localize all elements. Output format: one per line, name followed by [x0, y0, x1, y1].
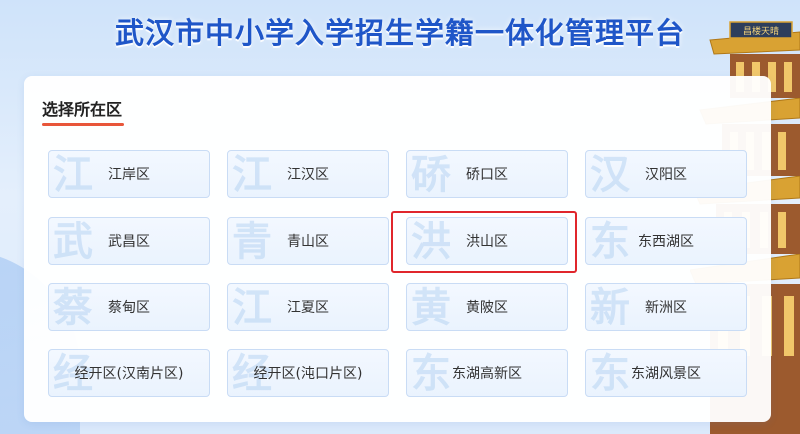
- district-label: 江夏区: [287, 300, 329, 316]
- district-label: 江岸区: [108, 167, 150, 183]
- district-label: 洪山区: [466, 234, 508, 250]
- district-button-donghu-scenic[interactable]: 东 东湖风景区: [585, 349, 747, 397]
- district-label: 经开区(沌口片区): [253, 366, 363, 382]
- district-label: 汉阳区: [645, 167, 687, 183]
- district-label: 东西湖区: [638, 234, 694, 250]
- district-button-jingkai-zhuankou[interactable]: 经 经开区(沌口片区): [227, 349, 389, 397]
- district-button-jingkai-hannan[interactable]: 经 经开区(汉南片区): [48, 349, 210, 397]
- section-title-underline: [42, 123, 124, 126]
- district-button-jiangxia[interactable]: 江 江夏区: [227, 283, 389, 331]
- district-label: 东湖风景区: [631, 366, 701, 382]
- district-button-qingshan[interactable]: 青 青山区: [227, 217, 389, 265]
- district-label: 青山区: [287, 234, 329, 250]
- district-button-wuchang[interactable]: 武 武昌区: [48, 217, 210, 265]
- district-label: 新洲区: [645, 300, 687, 316]
- district-button-caidian[interactable]: 蔡 蔡甸区: [48, 283, 210, 331]
- district-label: 经开区(汉南片区): [74, 366, 184, 382]
- district-button-jianghan[interactable]: 江 江汉区: [227, 150, 389, 198]
- district-button-huangpi[interactable]: 黄 黄陂区: [406, 283, 568, 331]
- district-label: 江汉区: [287, 167, 329, 183]
- district-button-xinzhou[interactable]: 新 新洲区: [585, 283, 747, 331]
- district-label: 黄陂区: [466, 300, 508, 316]
- district-label: 东湖高新区: [452, 366, 522, 382]
- district-selection-card: 选择所在区 江 江岸区 江 江汉区 硚 硚口区 汉 汉阳区 武 武昌区 青 青山…: [24, 76, 771, 422]
- district-button-qiaokou[interactable]: 硚 硚口区: [406, 150, 568, 198]
- district-button-hanyang[interactable]: 汉 汉阳区: [585, 150, 747, 198]
- district-button-donghu-hightech[interactable]: 东 东湖高新区: [406, 349, 568, 397]
- district-button-dongxihu[interactable]: 东 东西湖区: [585, 217, 747, 265]
- district-button-jiangan[interactable]: 江 江岸区: [48, 150, 210, 198]
- section-title: 选择所在区: [42, 100, 123, 119]
- district-label: 蔡甸区: [108, 300, 150, 316]
- district-label: 武昌区: [108, 234, 150, 250]
- district-button-hongshan[interactable]: 洪 洪山区: [406, 217, 568, 265]
- page-title: 武汉市中小学入学招生学籍一体化管理平台: [114, 16, 685, 50]
- district-label: 硚口区: [466, 167, 508, 183]
